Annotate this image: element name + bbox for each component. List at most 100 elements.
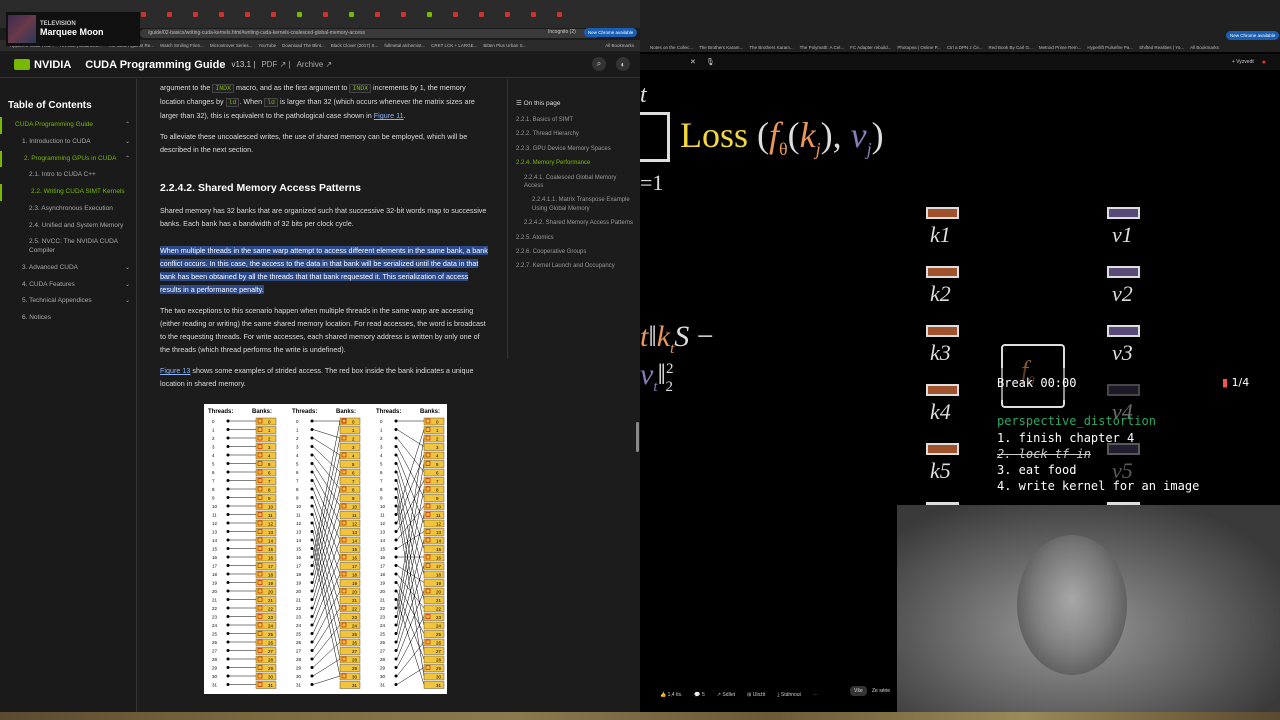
bookmark[interactable]: Hyperlift Pulsefire Pa... <box>1087 45 1133 50</box>
browser-tab[interactable] <box>167 9 191 19</box>
figure-link[interactable]: Figure 13 <box>160 366 190 375</box>
access-line <box>312 675 341 685</box>
archive-link[interactable]: Archive ↗ <box>297 60 333 69</box>
thread-index: 0 <box>380 419 383 424</box>
bookmark[interactable]: CRKT LCK + LARGE... <box>431 43 477 48</box>
bookmark[interactable]: Download The Blint... <box>282 43 325 48</box>
bookmark[interactable]: Bitten Plus Urban S... <box>483 43 526 48</box>
mic-icon[interactable]: 🎙 <box>706 58 715 66</box>
browser-tab[interactable] <box>297 9 321 19</box>
browser-tab[interactable] <box>453 9 477 19</box>
browser-tab[interactable] <box>479 9 503 19</box>
bookmark[interactable]: Watch Smiling Frien... <box>160 43 204 48</box>
otp-item[interactable]: 2.2.1. Basics of SIMT <box>508 113 637 127</box>
browser-tab[interactable] <box>401 9 425 19</box>
otp-item[interactable]: 2.2.4.1.1. Matrix Transpose Example Usin… <box>508 193 637 216</box>
browser-tab[interactable] <box>245 9 269 19</box>
all-bookmarks[interactable]: All Bookmarks <box>1190 45 1219 50</box>
save-button[interactable]: ⊞ Uložit <box>747 692 765 698</box>
otp-item[interactable]: 2.2.2. Thread Hierarchy <box>508 127 637 141</box>
bookmark[interactable]: The Brothers Karam... <box>749 45 793 50</box>
paragraph: To alleviate these uncoalesced writes, t… <box>160 132 468 154</box>
bookmark[interactable]: Notes on the Collec... <box>650 45 693 50</box>
like-button[interactable]: 👍 1,4 tis. <box>660 692 682 698</box>
guide-title[interactable]: CUDA Programming Guide <box>85 59 225 71</box>
bookmark[interactable]: Ctrl a DPN z Če... <box>947 45 983 50</box>
otp-item[interactable]: 2.2.7. Kernel Launch and Occupancy <box>508 259 637 273</box>
browser-tab[interactable] <box>219 9 243 19</box>
browser-tab[interactable] <box>505 9 529 19</box>
filter-chip-all[interactable]: Vše <box>850 686 867 696</box>
bookmark[interactable]: Microstrover Series... <box>210 43 253 48</box>
bookmark[interactable]: Red Book By Carl G... <box>989 45 1033 50</box>
browser-tab[interactable] <box>557 9 581 19</box>
pdf-link[interactable]: PDF ↗ | <box>261 60 290 69</box>
toc-item[interactable]: 4. CUDA Features ⌄ <box>0 277 136 294</box>
toc-item[interactable]: 2.3. Asynchronous Execution <box>0 201 136 218</box>
otp-item[interactable]: 2.2.4.2. Shared Memory Access Patterns <box>508 216 637 230</box>
thread-index: 5 <box>380 462 383 467</box>
thread-index: 25 <box>380 632 386 637</box>
value-label: v1 <box>1112 222 1133 247</box>
chevron-down-icon: ⌄ <box>124 281 130 288</box>
notification-icon[interactable]: ● <box>1262 59 1266 66</box>
scrollbar-thumb[interactable] <box>636 422 639 452</box>
share-button[interactable]: ↗ Sdílet <box>717 692 735 698</box>
bookmark[interactable]: The Polymath: A Cel... <box>800 45 845 50</box>
search-icon[interactable]: ⌕ <box>592 57 606 71</box>
bank-index: 13 <box>352 530 358 535</box>
theme-toggle-icon[interactable]: ◐ <box>616 57 630 71</box>
browser-tab[interactable] <box>323 9 347 19</box>
bank-index: 15 <box>352 547 358 552</box>
incognito-label[interactable]: Incognito (2) <box>548 29 576 35</box>
browser-tab[interactable] <box>531 9 555 19</box>
otp-item[interactable]: 2.2.3. GPU Device Memory Spaces <box>508 142 637 156</box>
toc-item[interactable]: 2.4. Unified and System Memory <box>0 218 136 235</box>
otp-item[interactable]: 2.2.5. Atomics <box>508 231 637 245</box>
toc-item[interactable]: CUDA Programming Guide ⌃ <box>0 117 136 134</box>
comments-button[interactable]: 💬 5 <box>694 692 704 698</box>
thread-index: 13 <box>380 530 386 535</box>
address-bar[interactable]: /guide/02-basics/writing-cuda-kernels.ht… <box>140 29 600 38</box>
chrome-update-button[interactable]: New Chrome available <box>1226 31 1280 40</box>
all-bookmarks[interactable]: All Bookmarks <box>605 43 634 48</box>
bookmark[interactable]: YouTube <box>258 43 276 48</box>
close-icon[interactable]: ✕ <box>690 58 696 66</box>
download-button[interactable]: ⤓ Stáhnout <box>777 692 801 698</box>
bookmark[interactable]: The Brothers Karam... <box>699 45 743 50</box>
toc-item[interactable]: 2.1. Intro to CUDA C++ <box>0 167 136 184</box>
browser-tab[interactable] <box>271 9 295 19</box>
figure-link[interactable]: Figure 11 <box>374 111 404 120</box>
browser-tab[interactable] <box>375 9 399 19</box>
thread-index: 5 <box>212 462 215 467</box>
bookmark[interactable]: Black Clover (2017) S... <box>331 43 379 48</box>
bookmark[interactable]: FC Adapter rebuild... <box>850 45 891 50</box>
browser-tab[interactable] <box>349 9 373 19</box>
toc-item[interactable]: 5. Technical Appendices ⌄ <box>0 293 136 310</box>
nvidia-logo[interactable]: NVIDIA <box>14 59 71 71</box>
chevron-up-icon: ⌃ <box>124 122 130 128</box>
thread-index: 21 <box>296 598 302 603</box>
toc-item[interactable]: 2.5. NVCC: The NVIDIA CUDA Compiler <box>0 234 136 260</box>
browser-tab[interactable] <box>193 9 217 19</box>
bookmark[interactable]: Photopea | Online P... <box>897 45 940 50</box>
browser-tab[interactable] <box>141 9 165 19</box>
signin-button[interactable]: + Vyzvedt <box>1232 59 1254 65</box>
otp-item[interactable]: 2.2.4. Memory Performance <box>508 156 637 170</box>
browser-tab[interactable] <box>427 9 451 19</box>
toc-item[interactable]: 6. Notices <box>0 310 136 327</box>
filter-chip-series[interactable]: Ze série <box>868 686 894 696</box>
bookmark[interactable]: fullmetal alchemist... <box>384 43 425 48</box>
otp-item[interactable]: 2.2.4.1. Coalesced Global Memory Access <box>508 171 637 194</box>
chrome-update-button[interactable]: New Chrome available <box>584 28 638 37</box>
toc-item[interactable]: 2.2. Writing CUDA SIMT Kernels <box>0 184 136 201</box>
thread-index: 6 <box>296 470 299 475</box>
bookmark[interactable]: Metroid Prime Rem... <box>1039 45 1082 50</box>
toc-item[interactable]: 1. Introduction to CUDA ⌄ <box>0 134 136 151</box>
toc-item[interactable]: 2. Programming GPUs in CUDA ⌃ <box>0 150 136 168</box>
more-icon[interactable]: ⋯ <box>813 692 818 698</box>
bookmark[interactable]: Shifted Realities | Yo... <box>1139 45 1184 50</box>
otp-item[interactable]: 2.2.6. Cooperative Groups <box>508 245 637 259</box>
document-icon: ▮ <box>1222 376 1229 389</box>
toc-item[interactable]: 3. Advanced CUDA ⌄ <box>0 260 136 277</box>
